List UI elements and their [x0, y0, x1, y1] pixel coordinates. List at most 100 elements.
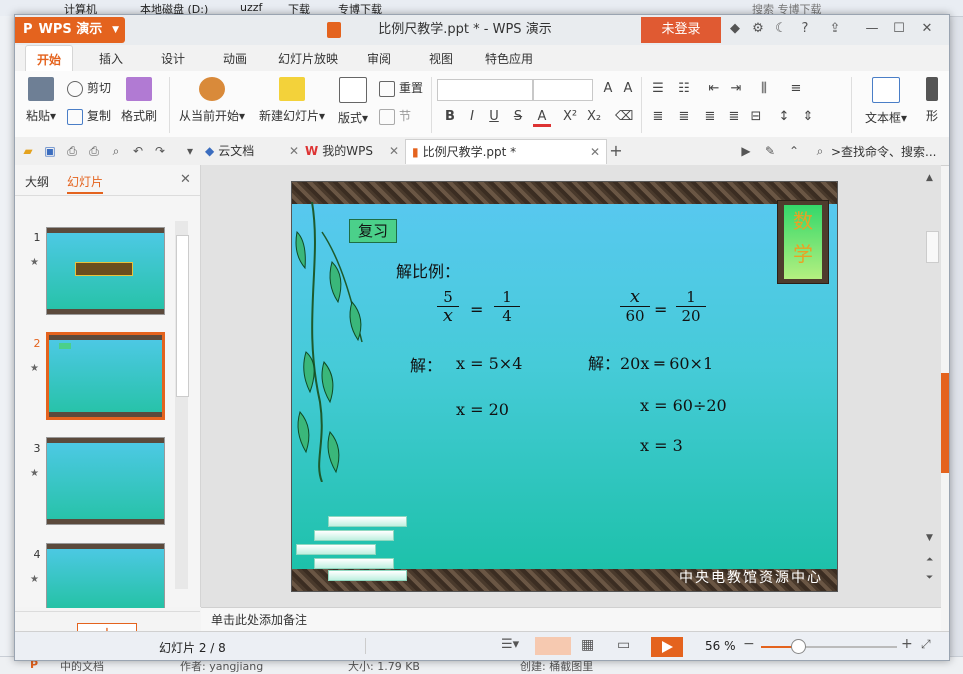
- underline-icon[interactable]: U: [485, 109, 503, 124]
- close-icon[interactable]: ✕: [590, 140, 600, 164]
- new-tab-icon[interactable]: +: [609, 143, 623, 159]
- italic-icon[interactable]: I: [463, 109, 481, 124]
- align-right-icon[interactable]: ≣: [701, 109, 719, 124]
- tab-design[interactable]: 设计: [153, 45, 193, 71]
- format-painter-button[interactable]: 格式刷: [117, 77, 161, 124]
- canvas-scrollbar[interactable]: ▲ ▼ ⏶ ⏷: [923, 171, 941, 601]
- tab-insert[interactable]: 插入: [91, 45, 131, 71]
- scroll-down-icon[interactable]: ▼: [926, 533, 933, 543]
- line-spacing-icon[interactable]: ≡: [787, 81, 805, 96]
- print-preview-icon[interactable]: ⌕: [109, 144, 123, 158]
- font-name-select[interactable]: [437, 79, 533, 101]
- slide-thumbnail-4[interactable]: [46, 543, 165, 608]
- tab-slides[interactable]: 幻灯片: [67, 173, 104, 194]
- shape-button[interactable]: 形: [917, 77, 947, 124]
- close-icon[interactable]: ✕: [289, 139, 299, 163]
- slide-thumbnail-2[interactable]: [46, 332, 165, 420]
- font-color-icon[interactable]: A: [533, 109, 551, 127]
- paste-button[interactable]: 粘贴▾: [21, 77, 61, 124]
- tab-animation[interactable]: 动画: [215, 45, 255, 71]
- close-icon[interactable]: ✕: [389, 139, 399, 163]
- zoom-in-icon[interactable]: +: [901, 636, 913, 652]
- layout-button[interactable]: 版式▾: [333, 77, 373, 126]
- cut-button[interactable]: 剪切: [67, 79, 111, 97]
- copy-button[interactable]: 复制: [67, 107, 111, 125]
- strikethrough-icon[interactable]: S: [509, 109, 527, 124]
- superscript-icon[interactable]: X²: [561, 109, 579, 124]
- save-icon[interactable]: ▣: [43, 144, 57, 158]
- align-left-icon[interactable]: ≣: [649, 109, 667, 124]
- bullets-icon[interactable]: ☰: [649, 81, 667, 96]
- grow-font-icon[interactable]: A: [599, 81, 617, 96]
- tab-review[interactable]: 审阅: [359, 45, 399, 71]
- clear-format-icon[interactable]: ⌫: [615, 109, 633, 124]
- normal-view-button[interactable]: [535, 637, 571, 655]
- distribute-icon[interactable]: ⊟: [747, 109, 765, 124]
- new-slide-button[interactable]: 新建幻灯片▾: [255, 77, 329, 124]
- columns-icon[interactable]: ⫼: [755, 81, 773, 96]
- zoom-slider-knob[interactable]: [791, 639, 806, 654]
- prev-slide-icon[interactable]: ⏶: [926, 555, 933, 565]
- panel-scrollbar[interactable]: [175, 221, 189, 589]
- panel-scroll-thumb[interactable]: [176, 235, 189, 397]
- notes-pane[interactable]: 单击此处添加备注: [201, 607, 941, 632]
- reading-view-icon[interactable]: ▭: [617, 637, 630, 653]
- reset-button[interactable]: 重置: [379, 79, 423, 97]
- doc-tab-mywps[interactable]: W 我的WPS ✕: [305, 139, 405, 163]
- textbox-button[interactable]: 文本框▾: [859, 77, 913, 126]
- numbering-icon[interactable]: ☷: [675, 81, 693, 96]
- search-icon[interactable]: ⌕: [813, 144, 827, 158]
- section-button[interactable]: 节: [379, 107, 411, 125]
- slide-2[interactable]: 数 学 复习 解比例： 5 x = 1 4 x 60 = 1 20 解： x =…: [291, 181, 838, 592]
- zoom-out-icon[interactable]: −: [743, 636, 755, 652]
- undo-icon[interactable]: ↶: [131, 144, 145, 158]
- wps-menu-button[interactable]: P WPS 演示 ▼: [15, 17, 125, 43]
- notes-toggle-icon[interactable]: ☰▾: [501, 637, 519, 652]
- doc-tab-active[interactable]: ▮ 比例尺教学.ppt * ✕: [405, 139, 607, 164]
- outdent-icon[interactable]: ⇤: [705, 81, 723, 96]
- justify-icon[interactable]: ≣: [725, 109, 743, 124]
- font-size-select[interactable]: [533, 79, 593, 101]
- login-button[interactable]: 未登录: [641, 17, 721, 43]
- play-slideshow-button[interactable]: [651, 637, 683, 657]
- collapse-ribbon-icon[interactable]: ⌃: [787, 144, 801, 158]
- command-search-input[interactable]: >查找命令、搜索...: [831, 143, 937, 160]
- chevron-down-icon[interactable]: ▾: [183, 144, 197, 158]
- slideshow-icon[interactable]: ▶: [739, 144, 753, 158]
- tab-features[interactable]: 特色应用: [479, 45, 539, 71]
- print-icon[interactable]: ⎙: [87, 144, 101, 158]
- side-panel-handle[interactable]: [941, 373, 949, 473]
- subscript-icon[interactable]: X₂: [585, 109, 603, 124]
- minimize-icon[interactable]: —: [864, 21, 880, 37]
- align-center-icon[interactable]: ≣: [675, 109, 693, 124]
- tools-icon[interactable]: ✎: [763, 144, 777, 158]
- settings-icon[interactable]: ⚙: [750, 21, 766, 37]
- skin-icon[interactable]: ◆: [727, 21, 743, 37]
- maximize-icon[interactable]: ☐: [891, 21, 907, 37]
- tab-outline[interactable]: 大纲: [25, 173, 49, 190]
- slide-thumbnail-1[interactable]: [46, 227, 165, 315]
- open-folder-icon[interactable]: ▰: [21, 144, 35, 158]
- play-from-current-button[interactable]: 从当前开始▾: [175, 77, 249, 124]
- bold-icon[interactable]: B: [441, 109, 459, 124]
- doc-tab-cloud[interactable]: ◆ 云文档 ✕: [205, 139, 305, 163]
- close-icon[interactable]: ✕: [180, 172, 191, 187]
- next-slide-icon[interactable]: ⏷: [926, 573, 933, 583]
- canvas-scroll-thumb[interactable]: [926, 231, 939, 263]
- tab-slideshow[interactable]: 幻灯片放映: [273, 45, 343, 71]
- text-direction-icon[interactable]: ⇕: [799, 109, 817, 124]
- tab-view[interactable]: 视图: [421, 45, 461, 71]
- tab-home[interactable]: 开始: [25, 45, 73, 72]
- upload-icon[interactable]: ⇪: [827, 21, 843, 37]
- help-icon[interactable]: ?: [797, 21, 813, 37]
- close-icon[interactable]: ✕: [919, 21, 935, 37]
- sorter-view-icon[interactable]: ▦: [581, 637, 594, 653]
- slide-thumbnail-3[interactable]: [46, 437, 165, 525]
- feedback-icon[interactable]: ☾: [773, 21, 789, 37]
- fit-window-icon[interactable]: ⤢: [921, 637, 931, 652]
- paragraph-spacing-icon[interactable]: ↕: [775, 109, 793, 124]
- shrink-font-icon[interactable]: A: [619, 81, 637, 96]
- indent-icon[interactable]: ⇥: [727, 81, 745, 96]
- scroll-up-icon[interactable]: ▲: [926, 173, 933, 183]
- redo-icon[interactable]: ↷: [153, 144, 167, 158]
